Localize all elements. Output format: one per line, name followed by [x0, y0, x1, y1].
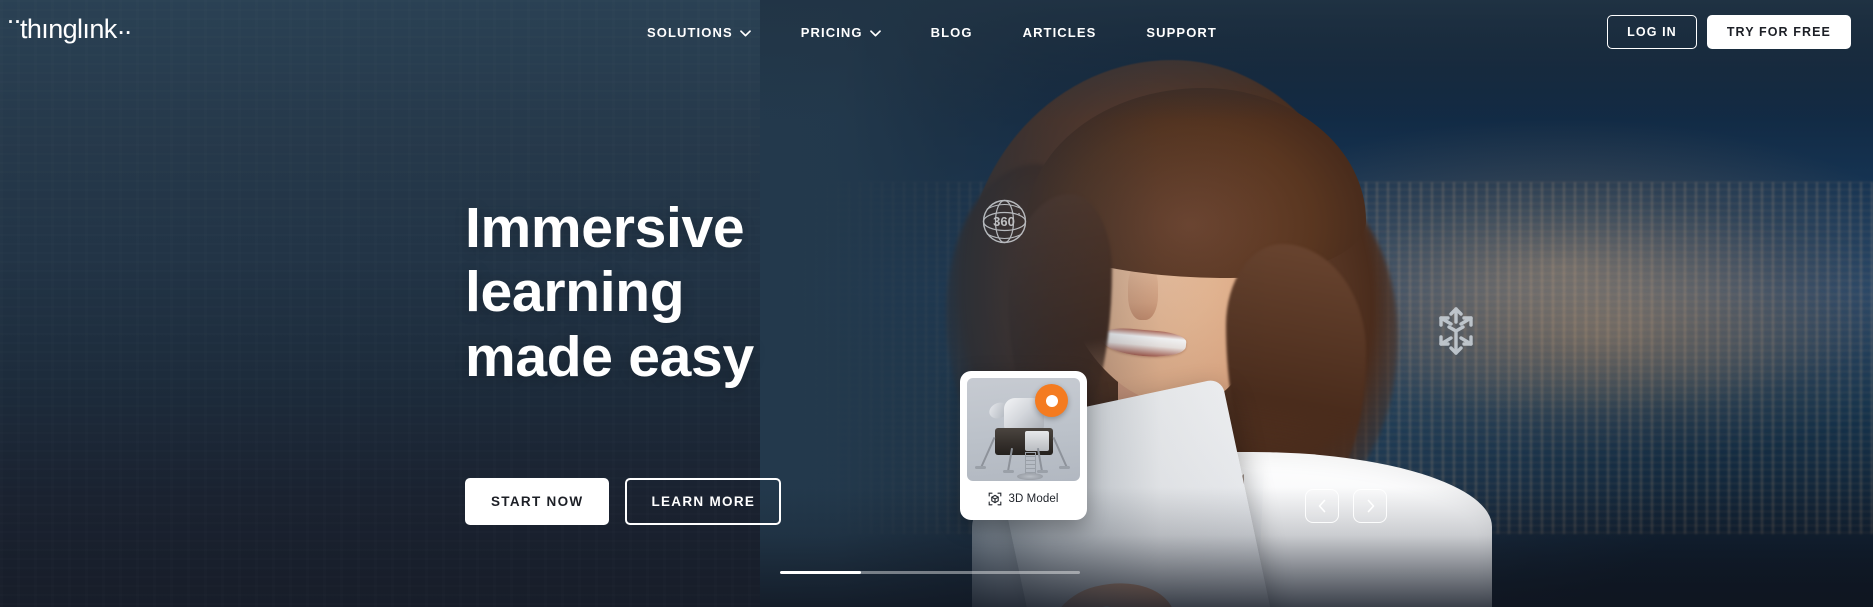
learn-more-button[interactable]: LEARN MORE	[625, 478, 782, 525]
site-header: ·· thınglınk ·· SOLUTIONS PRICING BLOG A…	[0, 0, 1873, 64]
model-thumbnail	[967, 378, 1080, 481]
ar-cube-icon	[1428, 303, 1484, 359]
lander-footpad	[1037, 470, 1048, 473]
carousel-progress-bar[interactable]	[780, 571, 1080, 574]
lander-leg	[980, 436, 996, 468]
lander-ladder	[1025, 452, 1036, 474]
hero-section: 360 ° 3D Model ·· thınglınk ·· SOLUTIONS…	[0, 0, 1873, 607]
chevron-left-icon	[1317, 499, 1328, 513]
lander-base-plate	[1017, 473, 1043, 480]
nav-label: SOLUTIONS	[647, 24, 733, 40]
svg-text:°: °	[1017, 212, 1020, 221]
logo-trailing-dots: ··	[116, 16, 133, 46]
chevron-right-icon	[1365, 499, 1376, 513]
log-in-button[interactable]: LOG IN	[1607, 15, 1697, 49]
svg-text:360: 360	[993, 214, 1015, 229]
logo-wordmark: thınglınk	[19, 14, 117, 44]
nav-item-articles[interactable]: ARTICLES	[998, 25, 1122, 40]
nav-item-solutions[interactable]: SOLUTIONS	[622, 24, 776, 40]
lander-footpad	[1003, 470, 1014, 473]
carousel-progress-fill	[780, 571, 861, 574]
nav-item-blog[interactable]: BLOG	[906, 25, 998, 40]
header-actions: LOG IN TRY FOR FREE	[1607, 15, 1851, 49]
lander-footpad	[975, 466, 986, 469]
lander-leg	[1052, 436, 1068, 468]
nav-label: PRICING	[800, 24, 863, 40]
nav-label: BLOG	[930, 24, 973, 40]
model-card-label: 3D Model	[1008, 493, 1059, 505]
3d-model-card[interactable]: 3D Model	[960, 371, 1087, 520]
carousel-next-button[interactable]	[1353, 489, 1387, 523]
page-title: Immersive learning made easy	[465, 196, 935, 389]
main-navigation: SOLUTIONS PRICING BLOG ARTICLES SUPPORT	[622, 0, 1242, 64]
thinglink-logo[interactable]: ·· thınglınk ··	[6, 7, 133, 46]
hero-title-line-1: Immersive learning	[465, 196, 745, 325]
carousel-navigation	[1305, 489, 1387, 523]
3d-cube-target-icon	[988, 492, 1002, 506]
lander-footpad	[1059, 466, 1070, 469]
hero-cta-group: START NOW LEARN MORE	[465, 478, 782, 525]
360-sphere-icon: 360 °	[978, 195, 1031, 248]
logo-leading-dots: ··	[6, 5, 22, 35]
chevron-down-icon	[739, 25, 751, 40]
start-now-button[interactable]: START NOW	[465, 478, 610, 525]
model-card-caption: 3D Model	[967, 481, 1080, 517]
chevron-down-icon	[869, 25, 881, 40]
nav-label: SUPPORT	[1146, 24, 1217, 40]
try-for-free-button[interactable]: TRY FOR FREE	[1706, 15, 1851, 49]
orange-hotspot-marker[interactable]	[1035, 384, 1068, 417]
hero-copy: Immersive learning made easy	[465, 196, 935, 389]
nav-label: ARTICLES	[1022, 24, 1097, 40]
carousel-prev-button[interactable]	[1305, 489, 1339, 523]
hero-title-line-2: made easy	[465, 324, 754, 389]
nav-item-support[interactable]: SUPPORT	[1121, 25, 1242, 40]
nav-item-pricing[interactable]: PRICING	[776, 24, 906, 40]
